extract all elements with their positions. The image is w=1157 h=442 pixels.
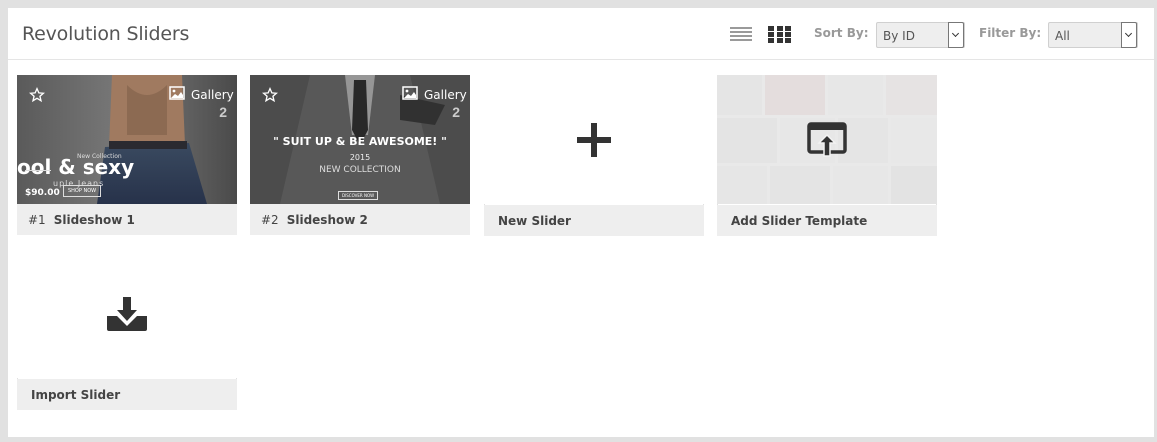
filter-label: Filter By:: [979, 26, 1042, 40]
slider-type-label: Gallery: [424, 88, 467, 102]
grid-view-icon[interactable]: [768, 26, 791, 43]
import-slider-button[interactable]: Import Slider: [17, 249, 237, 410]
add-slider-template-label: Add Slider Template: [717, 205, 937, 236]
image-icon: [402, 86, 418, 100]
slide-count: 2: [452, 104, 460, 120]
star-outline-icon[interactable]: [29, 87, 45, 103]
slider-card-2[interactable]: " SUIT UP & BE AWESOME! " 2015 NEW COLLE…: [250, 75, 470, 235]
download-tray-icon: [107, 296, 147, 331]
plus-icon: [577, 122, 611, 157]
slider-type-label: Gallery: [191, 88, 234, 102]
hero-button: SHOP NOW: [63, 185, 102, 197]
slider-thumbnail[interactable]: New Collection ool & sexy uple Jeans $90…: [17, 75, 237, 204]
browser-upload-icon: [807, 121, 847, 157]
slide-count: 2: [219, 104, 227, 120]
chevron-down-icon: [948, 22, 964, 48]
hero-subline: NEW COLLECTION: [319, 165, 401, 175]
hero-divider: [25, 170, 51, 171]
page-title: Revolution Sliders: [22, 23, 190, 45]
sort-label: Sort By:: [814, 26, 869, 40]
hero-headline: ool & sexy: [17, 155, 135, 179]
import-slider-label: Import Slider: [17, 379, 237, 410]
hero-price: $90.00: [25, 188, 60, 198]
slider-footer: #1 Slideshow 1: [17, 204, 237, 235]
chevron-down-icon: [1121, 22, 1137, 48]
new-slider-label: New Slider: [484, 205, 704, 236]
panel-header: Revolution Sliders Sort By: By ID Filter…: [8, 8, 1154, 60]
add-slider-template-button[interactable]: Add Slider Template: [717, 75, 937, 236]
slider-card-1[interactable]: New Collection ool & sexy uple Jeans $90…: [17, 75, 237, 235]
slider-thumbnail[interactable]: " SUIT UP & BE AWESOME! " 2015 NEW COLLE…: [250, 75, 470, 204]
hero-year: 2015: [349, 153, 371, 162]
import-slider-area[interactable]: [17, 249, 237, 378]
slider-name: Slideshow 2: [286, 213, 368, 227]
template-preview-area[interactable]: [717, 75, 937, 204]
image-icon: [169, 86, 185, 100]
filter-select[interactable]: All: [1048, 22, 1138, 48]
sort-select-value: By ID: [883, 29, 915, 43]
sliders-panel: Revolution Sliders Sort By: By ID Filter…: [8, 8, 1154, 437]
slider-footer: #2 Slideshow 2: [250, 204, 470, 235]
new-slider-area[interactable]: [484, 75, 704, 204]
slider-name: Slideshow 1: [53, 213, 135, 227]
sort-select[interactable]: By ID: [876, 22, 965, 48]
slider-number: #2: [261, 213, 279, 227]
new-slider-button[interactable]: New Slider: [484, 75, 704, 236]
filter-select-value: All: [1055, 29, 1070, 43]
hero-button: DISCOVER NOW: [338, 191, 379, 200]
star-outline-icon[interactable]: [262, 87, 278, 103]
list-view-icon[interactable]: [730, 27, 752, 43]
slider-number: #1: [28, 213, 46, 227]
hero-headline: " SUIT UP & BE AWESOME! ": [273, 135, 447, 148]
